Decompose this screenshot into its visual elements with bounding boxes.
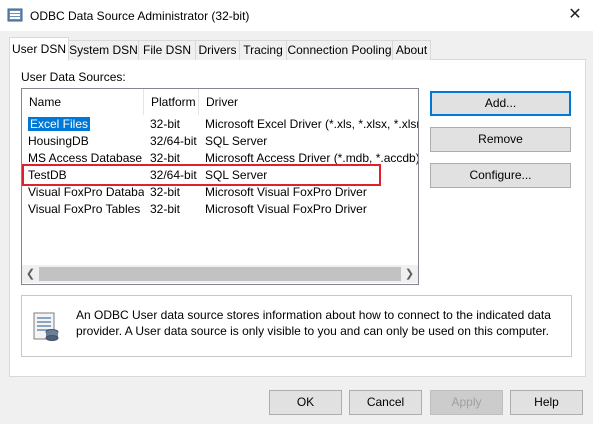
- table-row[interactable]: HousingDB 32/64-bit SQL Server: [22, 133, 418, 150]
- row-platform: 32-bit: [150, 185, 181, 199]
- remove-button[interactable]: Remove: [430, 127, 571, 152]
- close-icon: ✕: [568, 6, 582, 23]
- add-button[interactable]: Add...: [430, 91, 571, 116]
- column-header-name[interactable]: Name: [22, 89, 144, 115]
- table-row[interactable]: Excel Files 32-bit Microsoft Excel Drive…: [22, 116, 418, 133]
- row-platform: 32/64-bit: [150, 134, 197, 148]
- column-header-platform[interactable]: Platform: [144, 89, 199, 115]
- cancel-button[interactable]: Cancel: [349, 390, 422, 415]
- close-button[interactable]: ✕: [563, 4, 587, 26]
- ok-button[interactable]: OK: [269, 390, 342, 415]
- scroll-right-icon[interactable]: ❯: [401, 265, 418, 283]
- row-driver: Microsoft Excel Driver (*.xls, *.xlsx, *…: [205, 117, 418, 131]
- tab-tracing[interactable]: Tracing: [239, 40, 287, 60]
- apply-button[interactable]: Apply: [430, 390, 503, 415]
- column-header-driver[interactable]: Driver: [199, 89, 418, 115]
- scroll-left-icon[interactable]: ❮: [22, 265, 39, 283]
- table-row[interactable]: Visual FoxPro Database 32-bit Microsoft …: [22, 184, 418, 201]
- data-source-list[interactable]: Name Platform Driver Excel Files 32-bit …: [21, 88, 419, 285]
- info-text: An ODBC User data source stores informat…: [76, 308, 551, 338]
- horizontal-scrollbar[interactable]: ❮ ❯: [22, 265, 418, 283]
- help-button[interactable]: Help: [510, 390, 583, 415]
- tab-system-dsn[interactable]: System DSN: [68, 40, 139, 60]
- tab-drivers[interactable]: Drivers: [195, 40, 240, 60]
- row-driver: Microsoft Visual FoxPro Driver: [205, 202, 367, 216]
- table-row[interactable]: Visual FoxPro Tables 32-bit Microsoft Vi…: [22, 201, 418, 218]
- row-name: HousingDB: [28, 134, 89, 148]
- user-data-sources-label: User Data Sources:: [21, 70, 126, 84]
- tab-about[interactable]: About: [392, 40, 431, 60]
- tab-file-dsn[interactable]: File DSN: [138, 40, 196, 60]
- row-platform: 32-bit: [150, 202, 181, 216]
- row-platform: 32-bit: [150, 117, 181, 131]
- row-driver: SQL Server: [205, 134, 268, 148]
- window-title: ODBC Data Source Administrator (32-bit): [30, 9, 250, 23]
- tab-connection-pooling[interactable]: Connection Pooling: [286, 40, 393, 60]
- configure-button[interactable]: Configure...: [430, 163, 571, 188]
- tab-user-dsn[interactable]: User DSN: [9, 37, 69, 61]
- row-name: Visual FoxPro Database: [28, 185, 144, 199]
- odbc-admin-icon: [7, 8, 23, 22]
- row-driver: Microsoft Visual FoxPro Driver: [205, 185, 367, 199]
- database-document-icon: [33, 312, 59, 341]
- scroll-thumb[interactable]: [39, 267, 401, 281]
- row-name: Visual FoxPro Tables: [28, 202, 141, 216]
- highlight-box: [22, 164, 381, 186]
- row-name: Excel Files: [28, 117, 91, 131]
